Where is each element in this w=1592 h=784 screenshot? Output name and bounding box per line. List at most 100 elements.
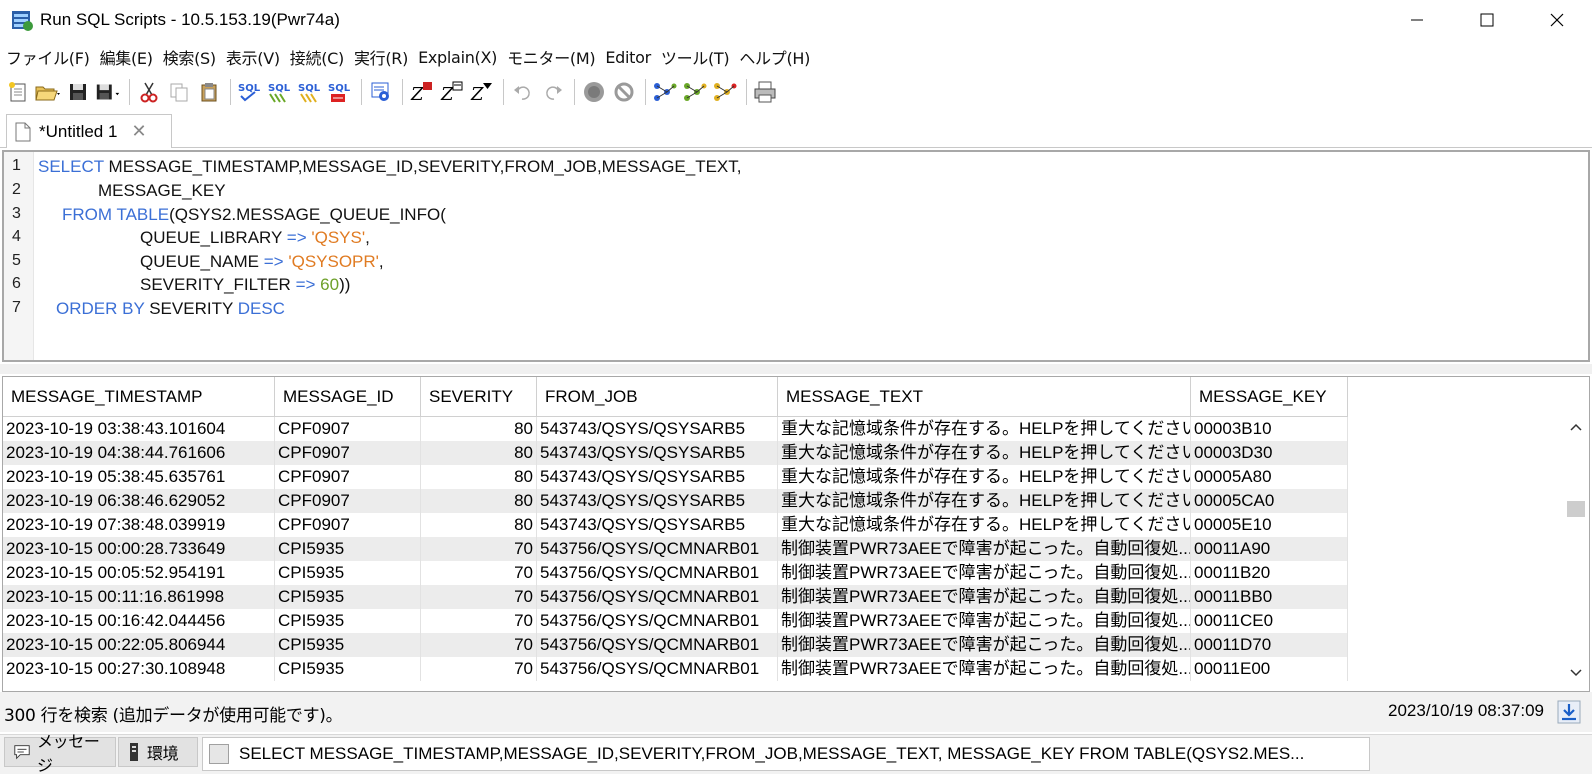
cell-message-id: CPI5935 — [275, 657, 421, 681]
code-line: QUEUE_NAME => 'QSYSOPR', — [140, 252, 384, 272]
tab-environment[interactable]: 環境 — [118, 737, 198, 767]
paste-button[interactable] — [195, 77, 223, 107]
explain-all-button[interactable]: Z — [468, 77, 496, 107]
pane-splitter[interactable] — [0, 364, 1592, 374]
run-sql-selected-button[interactable]: SQL — [326, 77, 354, 107]
column-header[interactable]: MESSAGE_TEXT — [778, 377, 1191, 417]
svg-text:Z: Z — [440, 84, 454, 104]
save-as-button[interactable] — [94, 77, 122, 107]
run-sql-from-button[interactable]: SQL — [296, 77, 324, 107]
tab-messages[interactable]: メッセージ — [4, 732, 116, 775]
cell-from-job: 543756/QSYS/QCMNARB01 — [537, 537, 778, 561]
copy-button[interactable] — [165, 77, 193, 107]
explain-button[interactable]: Z — [408, 77, 436, 107]
menu-editor[interactable]: Editor — [603, 48, 657, 67]
svg-text:SQL: SQL — [238, 83, 261, 94]
table-row[interactable]: 2023-10-19 06:38:46.629052 CPF0907 80 54374… — [3, 489, 1348, 513]
table-row[interactable]: 2023-10-15 00:16:42.044456 CPI5935 70 54375… — [3, 609, 1348, 633]
redo-button[interactable] — [539, 77, 567, 107]
chevron-down-icon — [1570, 669, 1582, 677]
scroll-thumb[interactable] — [1567, 501, 1585, 517]
column-header[interactable]: MESSAGE_TIMESTAMP — [3, 377, 275, 417]
new-script-button[interactable] — [4, 77, 32, 107]
table-row[interactable]: 2023-10-15 00:00:28.733649 CPI5935 70 54375… — [3, 537, 1348, 561]
result-checkbox[interactable] — [209, 744, 229, 764]
print-button[interactable] — [752, 77, 780, 107]
cancel-button[interactable] — [610, 77, 638, 107]
cell-severity: 80 — [421, 513, 537, 537]
tab-label: 環境 — [147, 744, 179, 763]
stop-button[interactable] — [580, 77, 608, 107]
run-sql-selected-icon: SQL — [328, 83, 351, 102]
grid-rows: 2023-10-19 03:38:43.101604 CPF0907 80 54374… — [3, 417, 1348, 681]
column-header[interactable]: MESSAGE_KEY — [1191, 377, 1348, 417]
maximize-button[interactable] — [1452, 0, 1522, 40]
sql-string: 'QSYS' — [311, 228, 366, 247]
menu-search[interactable]: 検索(S) — [161, 45, 222, 69]
visual-explain-all-button[interactable] — [711, 77, 739, 107]
tab-sql-result[interactable]: SELECT MESSAGE_TIMESTAMP,MESSAGE_ID,SEVE… — [202, 737, 1370, 771]
menu-run[interactable]: 実行(R) — [352, 45, 414, 69]
document-icon — [15, 122, 31, 141]
menu-view[interactable]: 表示(V) — [224, 45, 286, 69]
save-button[interactable] — [64, 77, 92, 107]
sql-keyword: ORDER BY — [56, 299, 145, 318]
cell-timestamp: 2023-10-15 00:16:42.044456 — [3, 609, 275, 633]
close-button[interactable] — [1522, 0, 1592, 40]
line-number: 4 — [12, 228, 21, 245]
column-header[interactable]: FROM_JOB — [537, 377, 778, 417]
scroll-up-button[interactable] — [1563, 417, 1589, 437]
open-button[interactable] — [34, 77, 62, 107]
run-sql-all-button[interactable]: SQL — [266, 77, 294, 107]
run-settings-icon — [371, 82, 389, 101]
run-sql-button[interactable]: SQL — [236, 77, 264, 107]
visual-explain-button[interactable] — [651, 77, 679, 107]
cell-message-id: CPF0907 — [275, 417, 421, 441]
menu-connection[interactable]: 接続(C) — [288, 45, 350, 69]
column-header[interactable]: SEVERITY — [421, 377, 537, 417]
table-row[interactable]: 2023-10-19 04:38:44.761606 CPF0907 80 54374… — [3, 441, 1348, 465]
cut-button[interactable] — [135, 77, 163, 107]
download-button[interactable] — [1554, 698, 1584, 726]
visual-explain-run-button[interactable] — [681, 77, 709, 107]
sql-text: QUEUE_NAME — [140, 252, 264, 271]
run-settings-button[interactable] — [367, 77, 395, 107]
visual-explain-all-icon — [714, 83, 737, 101]
sql-keyword: TABLE — [116, 205, 170, 224]
tab-untitled-1[interactable]: *Untitled 1 ✕ — [6, 114, 172, 148]
cell-timestamp: 2023-10-19 06:38:46.629052 — [3, 489, 275, 513]
table-row[interactable]: 2023-10-19 07:38:48.039919 CPF0907 80 54374… — [3, 513, 1348, 537]
menu-edit[interactable]: 編集(E) — [98, 45, 159, 69]
table-row[interactable]: 2023-10-15 00:05:52.954191 CPI5935 70 54375… — [3, 561, 1348, 585]
table-row[interactable]: 2023-10-15 00:27:30.108948 CPI5935 70 54375… — [3, 657, 1348, 681]
minimize-icon — [1411, 19, 1423, 21]
scroll-down-button[interactable] — [1563, 663, 1589, 683]
explain-all-icon: Z — [470, 83, 492, 104]
menu-explain[interactable]: Explain(X) — [416, 48, 503, 67]
tab-close-icon[interactable]: ✕ — [131, 121, 146, 142]
cell-severity: 80 — [421, 489, 537, 513]
status-message: 300 行を検索 (追加データが使用可能です)。 — [4, 706, 343, 726]
run-sql-icon: SQL — [238, 83, 261, 102]
menu-file[interactable]: ファイル(F) — [4, 45, 96, 69]
undo-button[interactable] — [509, 77, 537, 107]
table-row[interactable]: 2023-10-15 00:11:16.861998 CPI5935 70 54375… — [3, 585, 1348, 609]
column-header[interactable]: MESSAGE_ID — [275, 377, 421, 417]
toolbar: SQL SQL SQL SQL Z Z Z — [0, 74, 1592, 110]
window-title: Run SQL Scripts - 10.5.153.19(Pwr74a) — [40, 10, 340, 29]
explain-run-button[interactable]: Z — [438, 77, 466, 107]
result-grid[interactable]: MESSAGE_TIMESTAMP MESSAGE_ID SEVERITY FR… — [2, 376, 1590, 692]
sql-editor[interactable]: 1 2 3 4 5 6 7 SELECT MESSAGE_TIMESTAMP,M… — [2, 150, 1590, 362]
cell-severity: 70 — [421, 633, 537, 657]
menu-monitor[interactable]: モニター(M) — [505, 45, 601, 69]
menu-tools[interactable]: ツール(T) — [659, 45, 735, 69]
menu-help[interactable]: ヘルプ(H) — [737, 45, 816, 69]
table-row[interactable]: 2023-10-19 03:38:43.101604 CPF0907 80 54374… — [3, 417, 1348, 441]
vertical-scrollbar[interactable] — [1563, 417, 1589, 691]
table-row[interactable]: 2023-10-19 05:38:45.635761 CPF0907 80 54374… — [3, 465, 1348, 489]
cell-from-job: 543743/QSYS/QSYSARB5 — [537, 489, 778, 513]
table-row[interactable]: 2023-10-15 00:22:05.806944 CPI5935 70 54375… — [3, 633, 1348, 657]
cell-from-job: 543743/QSYS/QSYSARB5 — [537, 513, 778, 537]
cell-from-job: 543756/QSYS/QCMNARB01 — [537, 609, 778, 633]
minimize-button[interactable] — [1382, 0, 1452, 40]
